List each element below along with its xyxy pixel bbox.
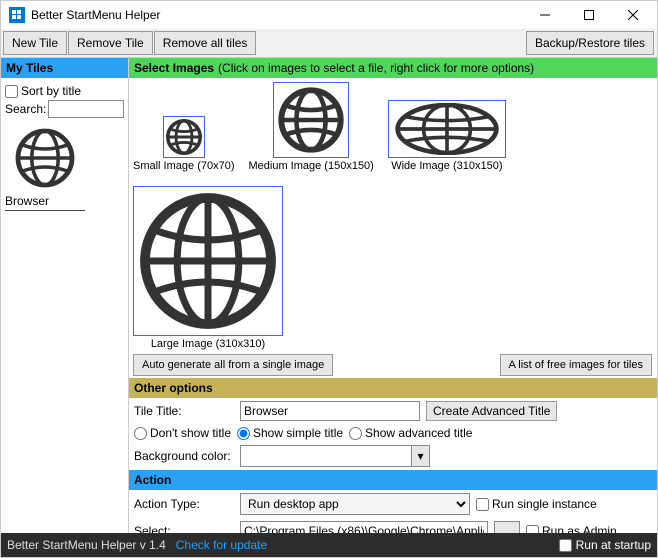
titlebar: Better StartMenu Helper: [1, 1, 657, 29]
search-label: Search:: [5, 102, 46, 116]
sort-by-title-input[interactable]: [5, 85, 18, 98]
tile-list: Browser: [1, 124, 128, 215]
other-options-header: Other options: [129, 378, 657, 398]
my-tiles-header: My Tiles: [1, 58, 128, 78]
check-update-link[interactable]: Check for update: [176, 538, 267, 552]
action-type-label: Action Type:: [134, 497, 234, 511]
create-advanced-title-button[interactable]: Create Advanced Title: [426, 401, 557, 421]
select-images-header: Select Images (Click on images to select…: [129, 58, 657, 78]
show-advanced-title-radio[interactable]: Show advanced title: [349, 426, 472, 440]
tile-name: Browser: [5, 192, 85, 211]
action-header: Action: [129, 470, 657, 490]
globe-icon: [15, 128, 75, 188]
auto-generate-button[interactable]: Auto generate all from a single image: [133, 354, 333, 376]
run-single-instance-checkbox[interactable]: Run single instance: [476, 497, 597, 511]
minimize-button[interactable]: [523, 1, 567, 29]
small-image-slot[interactable]: [163, 116, 205, 158]
window-title: Better StartMenu Helper: [31, 8, 523, 22]
action-type-select[interactable]: Run desktop app: [240, 493, 470, 515]
run-at-startup-checkbox[interactable]: Run at startup: [559, 538, 651, 552]
select-label: Select:: [134, 524, 234, 533]
wide-image-slot[interactable]: [388, 100, 506, 158]
app-icon: [9, 7, 25, 23]
bgcolor-label: Background color:: [134, 449, 234, 463]
image-slots: Small Image (70x70) Medium Image (150x15…: [129, 78, 657, 354]
medium-image-slot[interactable]: [273, 82, 349, 158]
sidebar: My Tiles Sort by title Search:: [1, 58, 129, 533]
new-tile-button[interactable]: New Tile: [3, 31, 67, 55]
version-label: Better StartMenu Helper v 1.4: [7, 538, 166, 552]
tile-title-input[interactable]: [240, 401, 420, 421]
dont-show-title-radio[interactable]: Don't show title: [134, 426, 231, 440]
select-path-input[interactable]: [240, 521, 488, 533]
show-simple-title-radio[interactable]: Show simple title: [237, 426, 343, 440]
remove-tile-button[interactable]: Remove Tile: [68, 31, 153, 55]
large-image-slot[interactable]: [133, 186, 283, 336]
browse-button[interactable]: ...: [494, 521, 520, 533]
close-button[interactable]: [611, 1, 655, 29]
maximize-button[interactable]: [567, 1, 611, 29]
run-as-admin-checkbox[interactable]: Run as Admin: [526, 524, 617, 533]
bgcolor-picker[interactable]: ▾: [240, 445, 430, 467]
remove-all-button[interactable]: Remove all tiles: [154, 31, 257, 55]
sort-by-title-checkbox[interactable]: Sort by title: [5, 84, 124, 98]
free-images-button[interactable]: A list of free images for tiles: [500, 354, 653, 376]
search-input[interactable]: [48, 100, 124, 118]
toolbar: New Tile Remove Tile Remove all tiles Ba…: [1, 29, 657, 58]
tile-title-label: Tile Title:: [134, 404, 234, 418]
backup-restore-button[interactable]: Backup/Restore tiles: [526, 31, 654, 55]
chevron-down-icon[interactable]: ▾: [411, 446, 429, 466]
statusbar: Better StartMenu Helper v 1.4 Check for …: [1, 533, 657, 557]
tile-item[interactable]: Browser: [5, 128, 85, 211]
